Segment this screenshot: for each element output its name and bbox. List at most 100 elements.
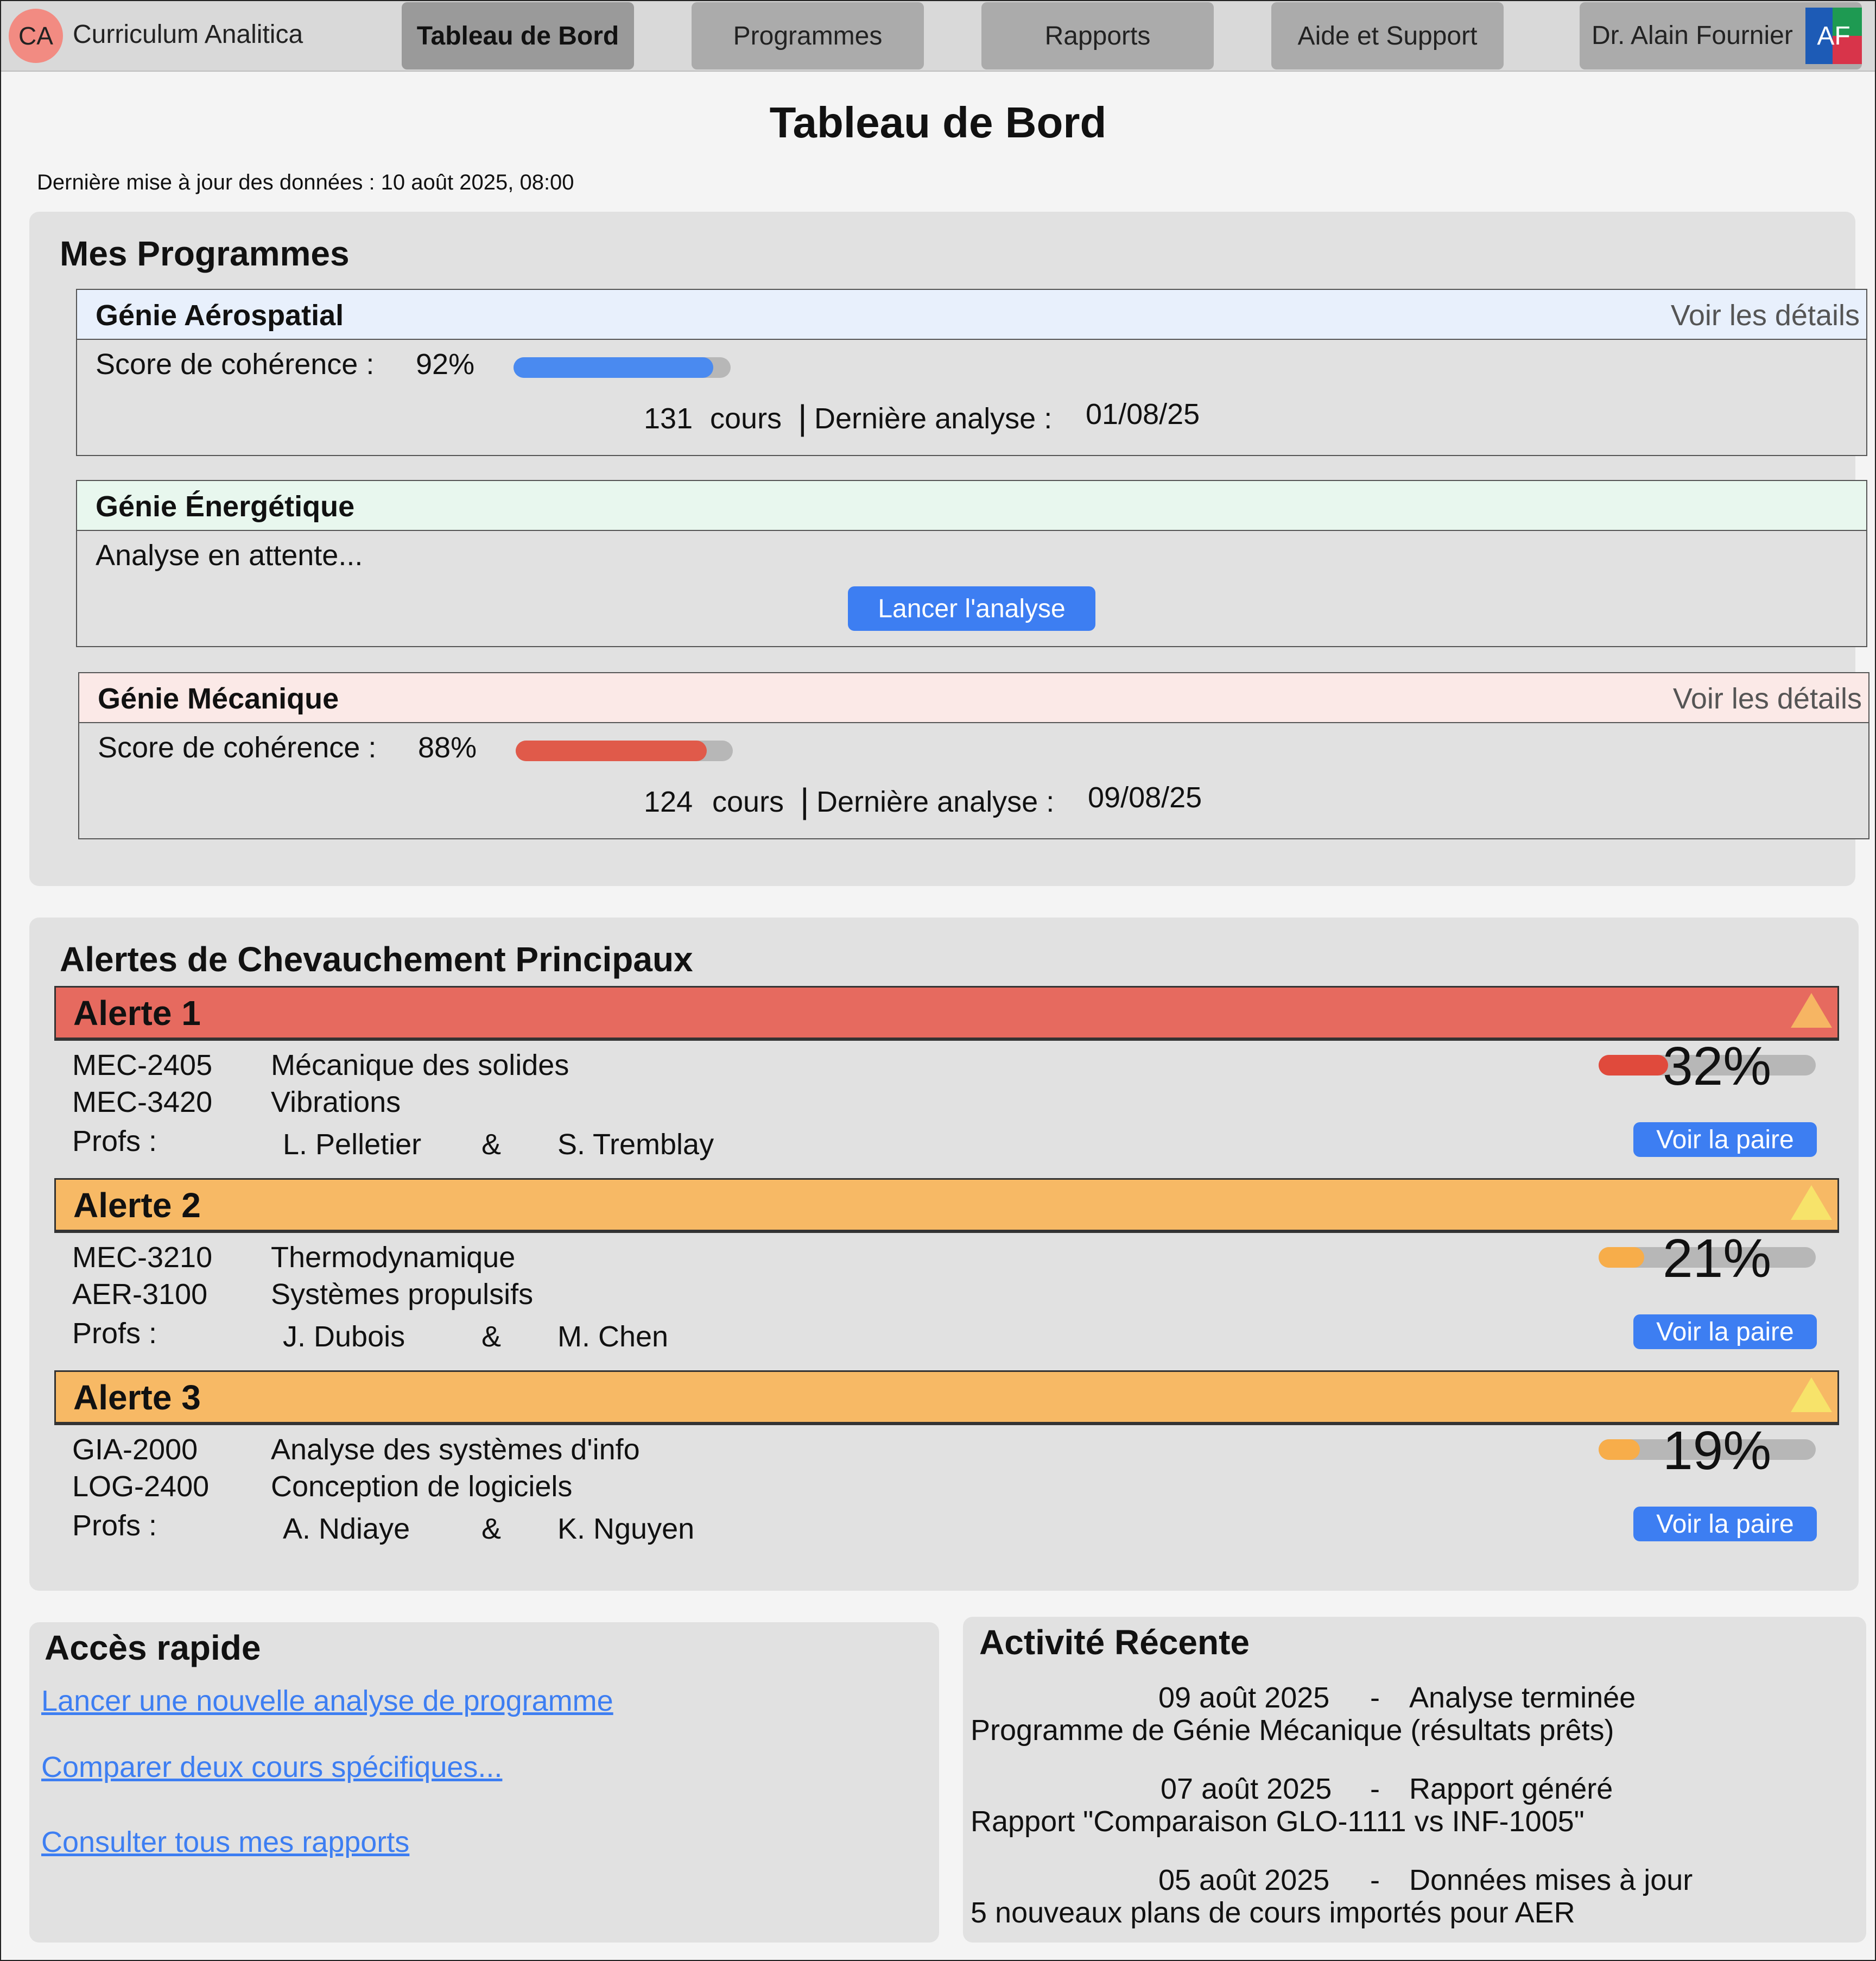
course-code: MEC-3420 [72,1086,213,1118]
overlap-progress-fill [1599,1055,1668,1076]
program-header: Génie Aérospatial Voir les détails [77,290,1866,340]
professor-name: S. Tremblay [557,1128,714,1161]
activity-separator: - [1370,1773,1380,1805]
course-name: Systèmes propulsifs [271,1278,534,1311]
warning-icon [1791,1185,1832,1220]
profs-label: Profs : [72,1317,157,1350]
view-pair-button[interactable]: Voir la paire [1633,1314,1817,1349]
course-name: Vibrations [271,1086,401,1118]
recent-activity-panel: Activité Récente 09 août 2025 - Analyse … [963,1617,1866,1943]
last-analysis-date: 01/08/25 [1086,398,1200,431]
alert-title: Alerte 3 [73,1378,201,1417]
ampersand: & [481,1128,502,1161]
programs-title: Mes Programmes [60,234,350,273]
course-name: Conception de logiciels [271,1470,573,1503]
recent-activity-title: Activité Récente [979,1623,1250,1662]
activity-detail: Programme de Génie Mécanique (résultats … [971,1714,1614,1747]
course-code: LOG-2400 [72,1470,210,1503]
alert-card: Alerte 3 GIA-2000 Analyse des systèmes d… [54,1370,1839,1545]
program-header: Génie Énergétique [77,481,1866,531]
brand-name[interactable]: Curriculum Analitica [73,20,303,49]
quick-link-compare-courses[interactable]: Comparer deux cours spécifiques... [41,1750,502,1784]
alert-card: Alerte 1 MEC-2405 Mécanique des solides … [54,986,1839,1161]
course-count: 124 [644,786,693,818]
view-pair-button[interactable]: Voir la paire [1633,1507,1817,1541]
tab-programmes[interactable]: Programmes [692,2,924,69]
program-name: Génie Énergétique [96,490,355,523]
score-progress-bar [516,741,733,761]
score-value: 92% [416,348,475,381]
last-analysis-date: 09/08/25 [1088,781,1202,814]
user-menu[interactable]: Dr. Alain Fournier AF [1580,2,1862,69]
course-code: MEC-2405 [72,1049,213,1081]
view-details-link[interactable]: Voir les détails [1671,299,1860,332]
course-code: GIA-2000 [72,1433,198,1466]
logo-icon[interactable]: CA [9,9,63,63]
program-name: Génie Mécanique [98,682,339,715]
course-code: AER-3100 [72,1278,208,1311]
overlap-percentage: 32% [1663,1036,1772,1097]
course-name: Analyse des systèmes d'info [271,1433,640,1466]
professor-name: J. Dubois [283,1320,405,1353]
program-name: Génie Aérospatial [96,299,344,332]
profs-label: Profs : [72,1509,157,1542]
avatar-initials: AF [1817,21,1850,50]
tab-tableau-de-bord[interactable]: Tableau de Bord [402,2,634,69]
course-count-label: cours [710,402,782,435]
view-details-link[interactable]: Voir les détails [1673,682,1862,716]
top-navigation-bar: CA Curriculum Analitica Tableau de Bord … [1,1,1875,72]
avatar[interactable]: AF [1805,8,1862,64]
activity-date: 05 août 2025 [1158,1864,1330,1896]
activity-detail: 5 nouveaux plans de cours importés pour … [971,1896,1575,1929]
separator: | [798,398,807,437]
score-progress-fill [516,741,707,761]
tab-aide-et-support[interactable]: Aide et Support [1271,2,1504,69]
view-pair-button[interactable]: Voir la paire [1633,1122,1817,1157]
program-card-aerospatial: Génie Aérospatial Voir les détails Score… [76,289,1867,456]
separator: | [800,781,809,820]
professor-name: M. Chen [557,1320,669,1353]
quick-link-all-reports[interactable]: Consulter tous mes rapports [41,1825,409,1859]
analysis-status: Analyse en attente... [96,539,363,572]
warning-icon [1791,1377,1832,1412]
activity-separator: - [1370,1681,1380,1714]
activity-date: 09 août 2025 [1158,1681,1330,1714]
last-updated-text: Dernière mise à jour des données : 10 ao… [37,170,574,194]
program-header: Génie Mécanique Voir les détails [79,673,1868,723]
profs-label: Profs : [72,1125,157,1157]
score-progress-fill [514,357,713,378]
start-analysis-button[interactable]: Lancer l'analyse [848,586,1095,631]
course-count: 131 [644,402,693,435]
professor-name: K. Nguyen [557,1513,695,1545]
alert-title: Alerte 1 [73,994,201,1033]
overlap-percentage: 21% [1663,1228,1772,1289]
professor-name: L. Pelletier [283,1128,422,1161]
overlap-progress-fill [1599,1439,1640,1460]
alert-title: Alerte 2 [73,1186,201,1225]
alerts-title: Alertes de Chevauchement Principaux [60,940,693,979]
program-card-mecanique: Génie Mécanique Voir les détails Score d… [78,672,1869,839]
ampersand: & [481,1320,502,1353]
course-code: MEC-3210 [72,1241,213,1274]
program-card-energetique: Génie Énergétique Analyse en attente... … [76,480,1867,647]
activity-event: Données mises à jour [1409,1864,1693,1896]
course-name: Thermodynamique [271,1241,516,1274]
activity-event: Analyse terminée [1409,1681,1636,1714]
quick-link-new-analysis[interactable]: Lancer une nouvelle analyse de programme [41,1684,613,1718]
activity-date: 07 août 2025 [1161,1773,1332,1805]
activity-separator: - [1370,1864,1380,1896]
overlap-progress-fill [1599,1247,1644,1268]
alert-header: Alerte 3 [56,1372,1837,1424]
alert-header: Alerte 1 [56,988,1837,1039]
course-name: Mécanique des solides [271,1049,569,1081]
last-analysis-label: Dernière analyse : [816,786,1055,818]
overlap-percentage: 19% [1663,1420,1772,1481]
quick-access-panel: Accès rapide Lancer une nouvelle analyse… [29,1622,939,1943]
ampersand: & [481,1513,502,1545]
tab-rapports[interactable]: Rapports [981,2,1214,69]
professor-name: A. Ndiaye [283,1513,410,1545]
last-analysis-label: Dernière analyse : [814,402,1053,435]
warning-icon [1791,993,1832,1028]
score-progress-bar [514,357,731,378]
alert-header: Alerte 2 [56,1180,1837,1231]
